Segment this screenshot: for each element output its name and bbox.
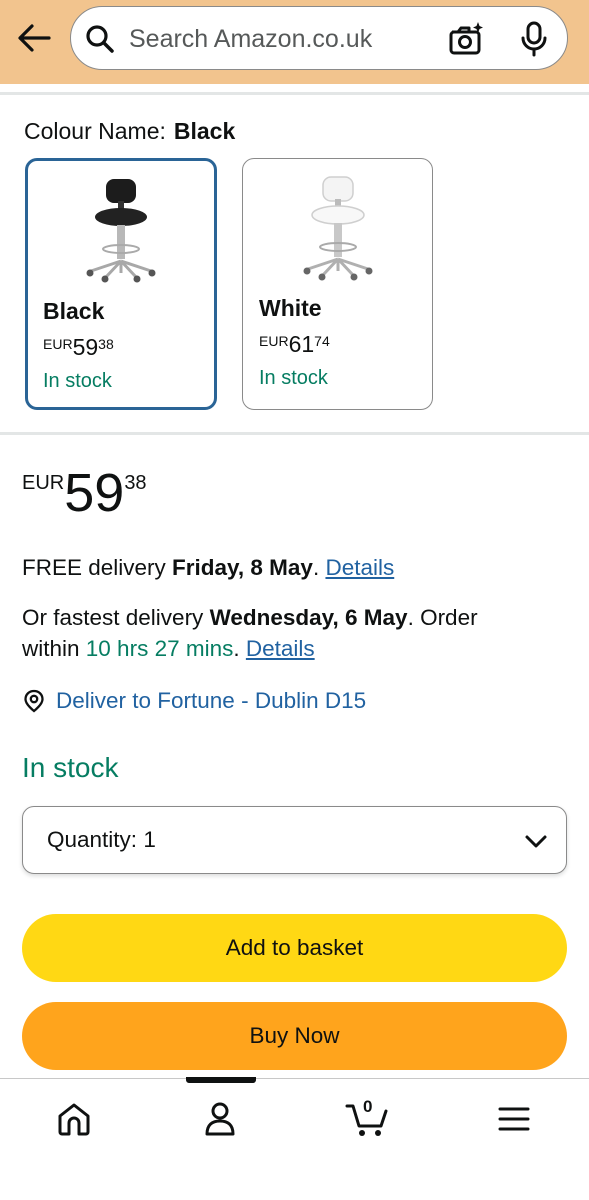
active-tab-indicator <box>186 1077 256 1083</box>
option-price: EUR5938 <box>43 334 114 361</box>
product-price: EUR5938 <box>22 466 147 520</box>
option-price-whole: 61 <box>288 331 315 357</box>
option-price-fraction: 38 <box>98 336 114 352</box>
colour-selected-value: Black <box>173 118 236 144</box>
colour-option-white[interactable]: White EUR6174 In stock <box>242 158 433 410</box>
black-stool-image <box>86 179 156 283</box>
countdown-time: 10 hrs 27 mins <box>85 636 234 661</box>
colour-label-text: Colour Name: <box>24 118 166 144</box>
option-currency: EUR <box>259 333 289 349</box>
search-placeholder: Search Amazon.co.uk <box>129 25 373 53</box>
option-price-whole: 59 <box>72 334 99 360</box>
bottom-navigation: 0 <box>0 1077 589 1200</box>
back-button[interactable] <box>14 18 54 58</box>
free-delivery-suffix: . <box>312 555 326 580</box>
within-suffix: . <box>233 636 246 661</box>
option-stock: In stock <box>259 367 328 389</box>
within-prefix: within <box>22 636 86 661</box>
add-to-basket-button[interactable]: Add to basket <box>22 914 567 982</box>
chevron-down-icon <box>525 835 547 848</box>
quantity-label-text: Quantity: <box>47 827 138 852</box>
search-icon <box>86 25 114 53</box>
cart-count-badge: 0 <box>363 1097 373 1116</box>
buy-now-button[interactable]: Buy Now <box>22 1002 567 1070</box>
free-delivery-date: Friday, 8 May <box>172 555 313 580</box>
free-delivery-line: FREE delivery Friday, 8 May. Details <box>22 552 394 583</box>
nav-cart[interactable]: 0 <box>344 1097 392 1139</box>
option-currency: EUR <box>43 336 73 352</box>
deliver-to-link[interactable]: Deliver to Fortune - Dublin D15 <box>22 686 366 716</box>
price-fraction: 38 <box>124 472 147 494</box>
nav-home[interactable] <box>54 1099 94 1139</box>
fastest-delivery-prefix: Or fastest delivery <box>22 605 210 630</box>
section-divider <box>0 432 589 435</box>
details-link-2[interactable]: Details <box>246 636 315 661</box>
section-divider <box>0 92 589 95</box>
colour-name-label: Colour Name: Black <box>24 118 235 145</box>
price-currency: EUR <box>22 472 65 494</box>
order-within-line: within 10 hrs 27 mins. Details <box>22 633 315 664</box>
option-name: Black <box>43 298 105 324</box>
colour-option-black[interactable]: Black EUR5938 In stock <box>25 158 217 410</box>
top-header: Search Amazon.co.uk <box>0 0 589 84</box>
nav-account[interactable] <box>200 1099 240 1139</box>
fastest-delivery-suffix: . Order <box>407 605 478 630</box>
price-whole: 59 <box>64 463 125 523</box>
nav-menu[interactable] <box>494 1099 534 1139</box>
free-delivery-prefix: FREE delivery <box>22 555 173 580</box>
fastest-delivery-date: Wednesday, 6 May <box>209 605 408 630</box>
camera-icon[interactable] <box>448 21 484 57</box>
option-price: EUR6174 <box>259 331 330 358</box>
menu-icon <box>498 1107 530 1131</box>
search-input[interactable]: Search Amazon.co.uk <box>70 6 568 70</box>
details-link[interactable]: Details <box>325 555 394 580</box>
microphone-icon[interactable] <box>518 21 550 57</box>
quantity-value: 1 <box>143 827 156 852</box>
option-name: White <box>259 295 322 321</box>
quantity-dropdown[interactable]: Quantity: 1 <box>22 806 567 874</box>
stock-status: In stock <box>22 752 119 783</box>
fastest-delivery-line: Or fastest delivery Wednesday, 6 May. Or… <box>22 602 478 633</box>
option-price-fraction: 74 <box>314 333 330 349</box>
white-stool-image <box>303 176 372 281</box>
account-icon <box>205 1102 235 1136</box>
deliver-to-text: Deliver to Fortune - Dublin D15 <box>56 688 367 713</box>
option-stock: In stock <box>43 370 112 392</box>
location-pin-icon <box>24 689 44 713</box>
home-icon <box>58 1103 90 1136</box>
arrow-left-icon <box>18 24 51 52</box>
quantity-label: Quantity: 1 <box>47 827 156 853</box>
